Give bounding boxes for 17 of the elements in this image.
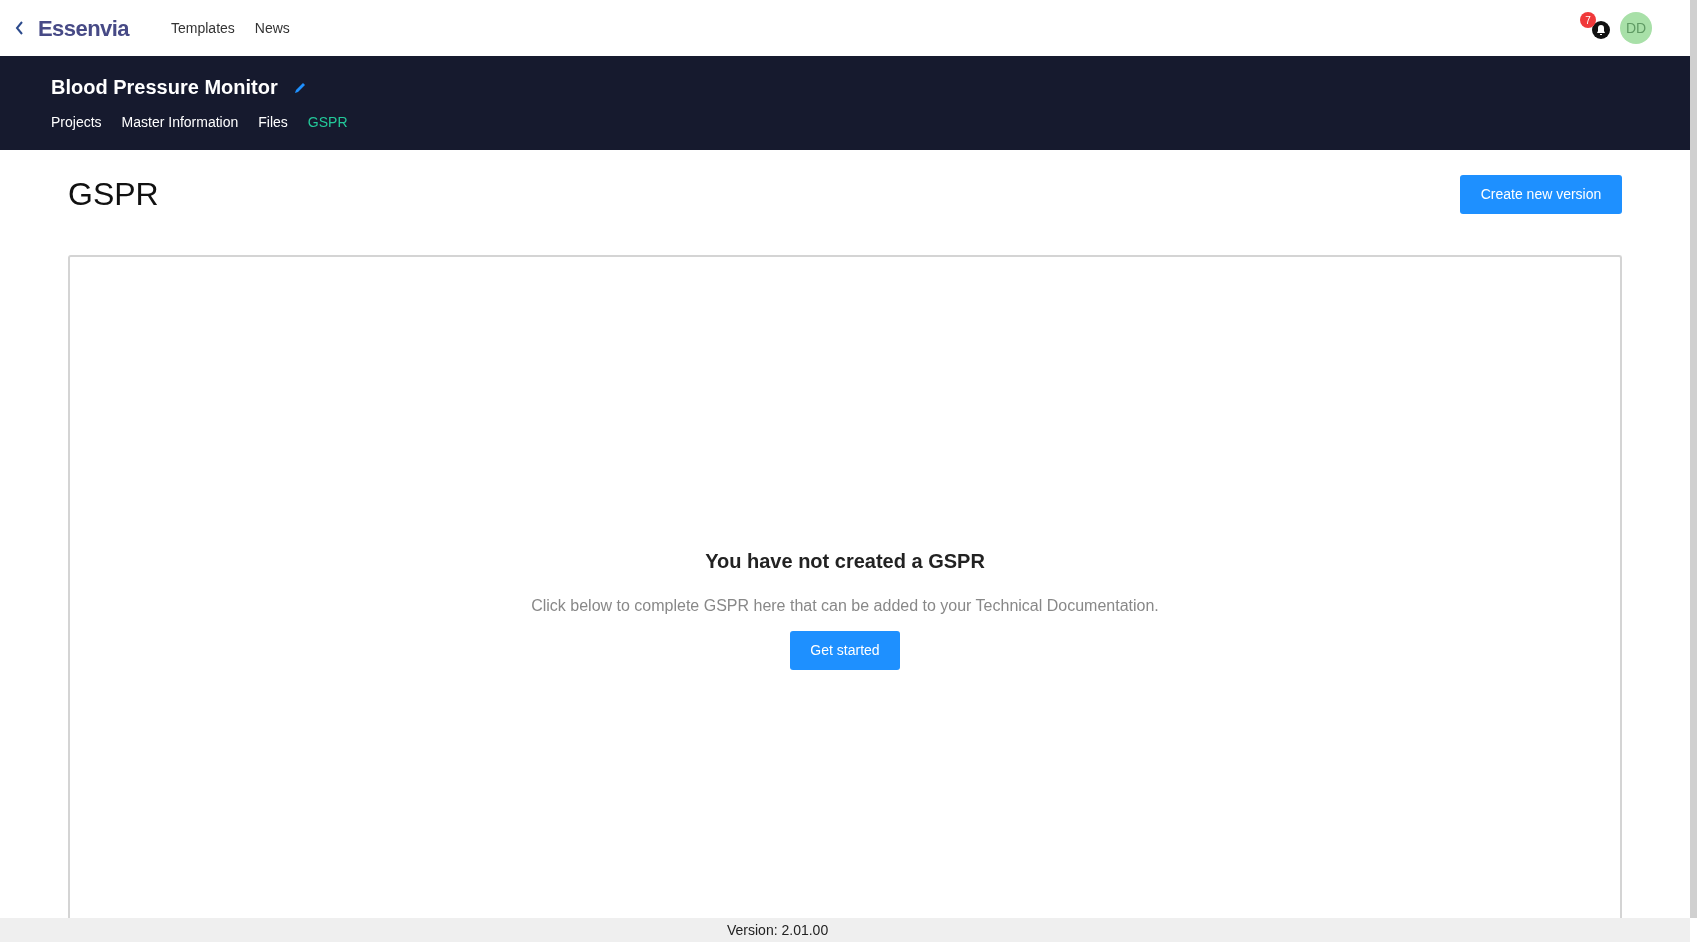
nav-link[interactable]: Templates bbox=[171, 17, 235, 39]
project-tab[interactable]: GSPR bbox=[307, 112, 348, 133]
empty-state-text: Click below to complete GSPR here that can be added to your Technical Documentation. bbox=[531, 595, 1159, 616]
project-title: Blood Pressure Monitor bbox=[51, 75, 278, 100]
project-tab[interactable]: Projects bbox=[51, 112, 102, 133]
project-tab[interactable]: Master Information bbox=[121, 112, 239, 133]
empty-state-heading: You have not created a GSPR bbox=[705, 548, 985, 574]
page-title: GSPR bbox=[68, 175, 159, 214]
nav-link[interactable]: News bbox=[254, 17, 290, 39]
scrollbar[interactable] bbox=[1690, 0, 1697, 918]
logo[interactable]: Essenvia bbox=[38, 11, 129, 45]
pencil-icon[interactable] bbox=[293, 80, 307, 94]
back-icon[interactable] bbox=[14, 20, 26, 36]
project-tab[interactable]: Files bbox=[258, 112, 288, 133]
bell-icon[interactable] bbox=[1592, 21, 1610, 39]
version-text: Version: 2.01.00 bbox=[727, 920, 829, 940]
notification-badge: 7 bbox=[1580, 12, 1596, 28]
